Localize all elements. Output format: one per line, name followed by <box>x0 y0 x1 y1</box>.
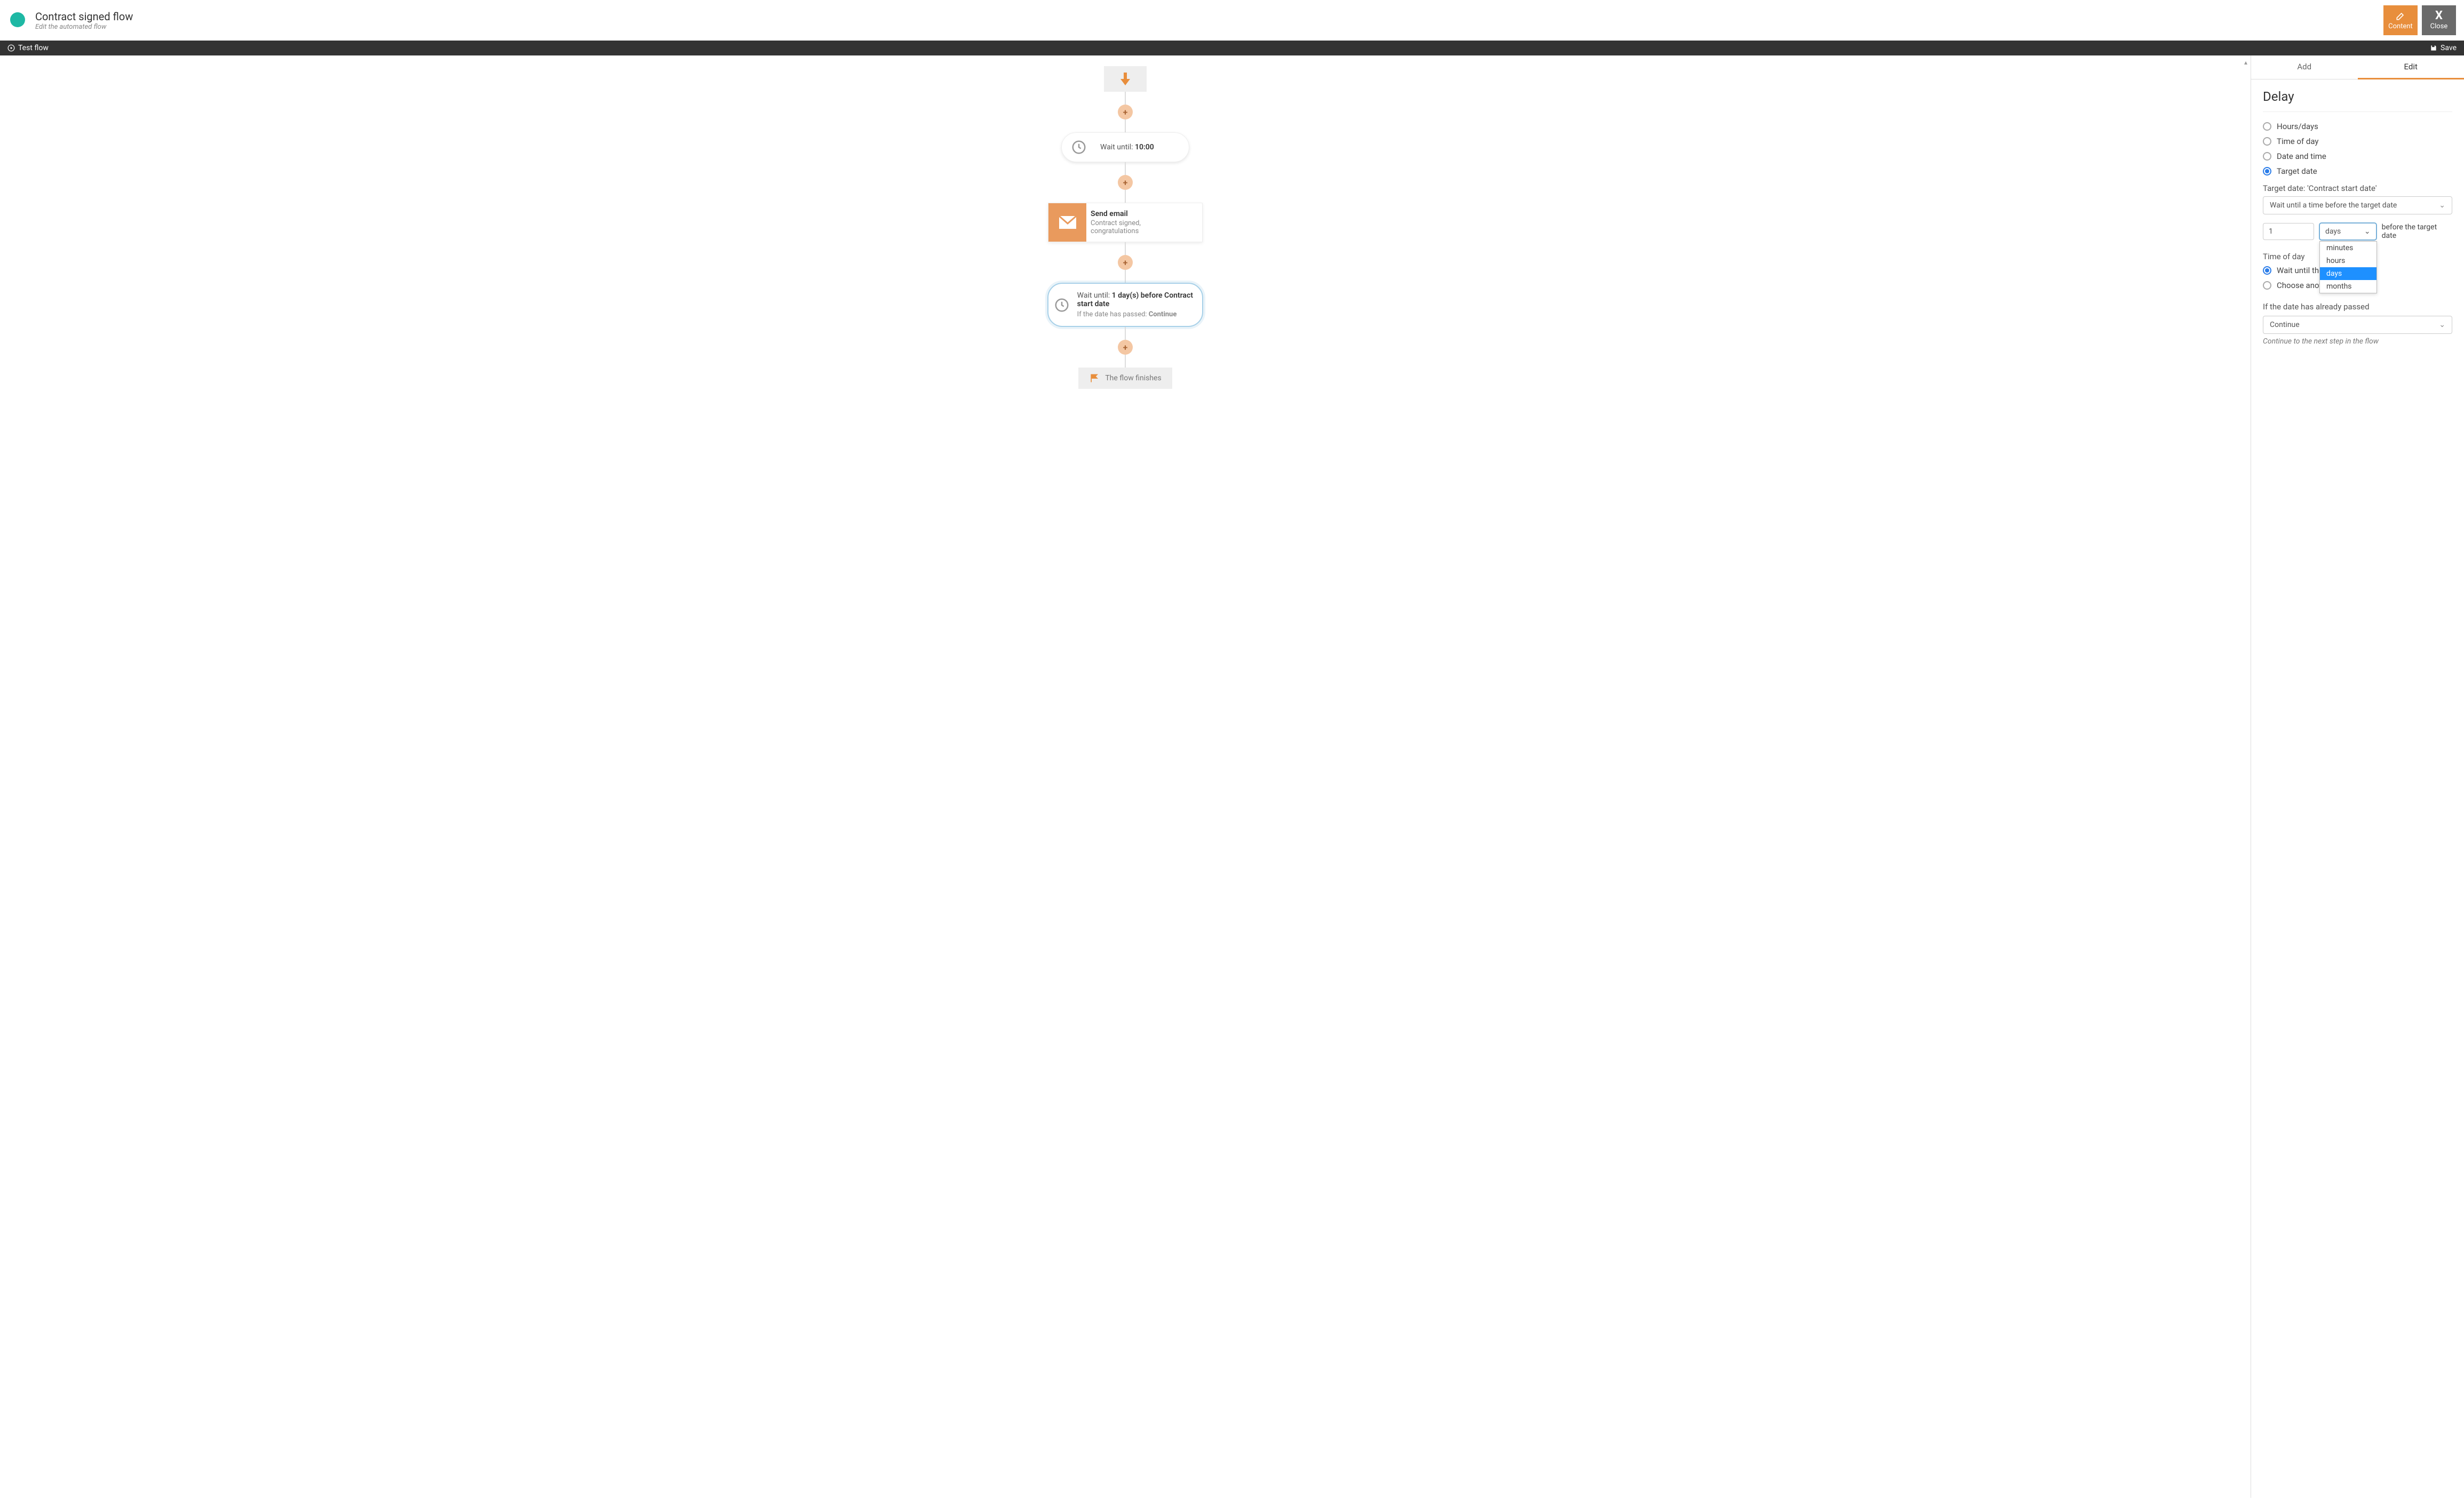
wait1-time: 10:00 <box>1135 143 1154 151</box>
connector <box>1125 119 1126 132</box>
title-block: Contract signed flow Edit the automated … <box>35 10 133 31</box>
unit-dropdown-menu: minutes hours days months <box>2319 241 2377 293</box>
tab-add[interactable]: Add <box>2251 55 2358 79</box>
close-icon: X <box>2434 11 2444 21</box>
email-icon <box>1048 203 1086 242</box>
page-title: Contract signed flow <box>35 10 133 23</box>
radio-label: Wait until the <box>2277 266 2323 275</box>
radio-label: Hours/days <box>2277 122 2318 131</box>
toolbar: Test flow Save <box>0 41 2464 55</box>
sidebar: Add Edit Delay Hours/days Time of day Da… <box>2251 55 2464 1498</box>
unit-option-hours[interactable]: hours <box>2320 254 2376 267</box>
radio-icon <box>2263 122 2271 131</box>
wait2-sub-prefix: If the date has passed: <box>1077 310 1149 318</box>
add-step-button[interactable]: + <box>1118 175 1133 190</box>
save-label: Save <box>2441 44 2457 52</box>
date-passed-label: If the date has already passed <box>2263 302 2452 312</box>
add-step-button[interactable]: + <box>1118 105 1133 119</box>
wait-node-1[interactable]: Wait until: 10:00 <box>1061 132 1189 162</box>
connector <box>1125 92 1126 105</box>
wait-node-1-text: Wait until: 10:00 <box>1096 133 1167 162</box>
content-button[interactable]: Content <box>2383 5 2418 35</box>
flow-column: + Wait until: 10:00 + <box>864 66 1387 389</box>
wait1-prefix: Wait until: <box>1100 143 1135 151</box>
flag-icon <box>1089 373 1100 384</box>
play-icon <box>7 44 15 52</box>
edit-icon <box>2395 11 2406 21</box>
chevron-down-icon: ⌄ <box>2439 321 2445 329</box>
target-mode-value: Wait until a time before the target date <box>2270 201 2397 210</box>
radio-icon <box>2263 266 2271 275</box>
connector <box>1125 355 1126 368</box>
connector <box>1125 162 1126 175</box>
radio-label: Time of day <box>2277 137 2319 146</box>
add-step-button[interactable]: + <box>1118 340 1133 355</box>
duration-unit-value: days <box>2325 227 2341 236</box>
flow-start-node[interactable] <box>1104 66 1147 92</box>
sidebar-tabs: Add Edit <box>2251 55 2464 79</box>
duration-after-text: before the target date <box>2382 223 2452 240</box>
tab-edit[interactable]: Edit <box>2358 55 2464 79</box>
duration-unit-select[interactable]: days ⌄ <box>2319 223 2376 240</box>
email-node-text: Send email Contract signed, congratulati… <box>1086 203 1202 242</box>
app-logo <box>8 11 27 30</box>
radio-icon <box>2263 167 2271 175</box>
add-step-button[interactable]: + <box>1118 255 1133 270</box>
radio-icon <box>2263 137 2271 146</box>
radio-label: Target date <box>2277 166 2317 176</box>
radio-icon <box>2263 152 2271 161</box>
target-mode-select[interactable]: Wait until a time before the target date… <box>2263 196 2452 214</box>
save-icon <box>2430 44 2437 52</box>
wait-node-2-selected[interactable]: Wait until: 1 day(s) before Contract sta… <box>1047 283 1203 327</box>
test-flow-button[interactable]: Test flow <box>7 44 49 52</box>
email-title: Send email <box>1091 210 1189 218</box>
radio-date-and-time[interactable]: Date and time <box>2263 151 2452 161</box>
edit-panel: Delay Hours/days Time of day Date and ti… <box>2251 79 2464 355</box>
unit-option-days[interactable]: days <box>2320 267 2376 280</box>
arrow-down-icon <box>1119 71 1131 86</box>
connector <box>1125 242 1126 255</box>
scroll-up-arrow[interactable]: ▴ <box>2244 59 2247 66</box>
radio-time-of-day[interactable]: Time of day <box>2263 137 2452 146</box>
unit-option-minutes[interactable]: minutes <box>2320 242 2376 254</box>
test-flow-label: Test flow <box>18 44 49 52</box>
content-button-label: Content <box>2388 22 2413 30</box>
close-button[interactable]: X Close <box>2422 5 2456 35</box>
connector <box>1125 190 1126 203</box>
clock-icon <box>1048 284 1075 326</box>
unit-option-months[interactable]: months <box>2320 280 2376 293</box>
radio-label: Date and time <box>2277 151 2326 161</box>
connector <box>1125 327 1126 340</box>
radio-icon <box>2263 281 2271 290</box>
canvas[interactable]: ▴ + Wait until: 10:00 + <box>0 55 2251 1498</box>
finish-label: The flow finishes <box>1105 374 1161 382</box>
wait-node-2-text: Wait until: 1 day(s) before Contract sta… <box>1075 284 1202 326</box>
send-email-node[interactable]: Send email Contract signed, congratulati… <box>1048 203 1203 242</box>
email-subtitle: Contract signed, congratulations <box>1091 219 1189 235</box>
divider <box>2263 111 2452 112</box>
date-passed-helper: Continue to the next step in the flow <box>2263 337 2452 346</box>
close-button-label: Close <box>2430 22 2448 30</box>
target-date-label: Target date: 'Contract start date' <box>2263 183 2452 193</box>
connector <box>1125 270 1126 283</box>
save-button[interactable]: Save <box>2430 44 2457 52</box>
chevron-down-icon: ⌄ <box>2439 201 2445 210</box>
panel-title: Delay <box>2263 89 2452 104</box>
flow-finish-node[interactable]: The flow finishes <box>1078 368 1172 389</box>
wait2-prefix: Wait until: <box>1077 291 1112 300</box>
duration-amount-input[interactable] <box>2263 223 2314 240</box>
date-passed-select[interactable]: Continue ⌄ <box>2263 316 2452 334</box>
header-left: Contract signed flow Edit the automated … <box>8 10 133 31</box>
date-passed-value: Continue <box>2270 321 2300 329</box>
radio-target-date[interactable]: Target date <box>2263 166 2452 176</box>
top-header: Contract signed flow Edit the automated … <box>0 0 2464 41</box>
radio-hours-days[interactable]: Hours/days <box>2263 122 2452 131</box>
main-area: ▴ + Wait until: 10:00 + <box>0 55 2464 1498</box>
clock-icon <box>1062 133 1096 162</box>
duration-row: days ⌄ before the target date minutes ho… <box>2263 223 2452 240</box>
page-subtitle: Edit the automated flow <box>35 23 133 31</box>
header-right: Content X Close <box>2383 5 2456 35</box>
wait2-sub-val: Continue <box>1149 310 1177 318</box>
chevron-down-icon: ⌄ <box>2364 227 2371 236</box>
